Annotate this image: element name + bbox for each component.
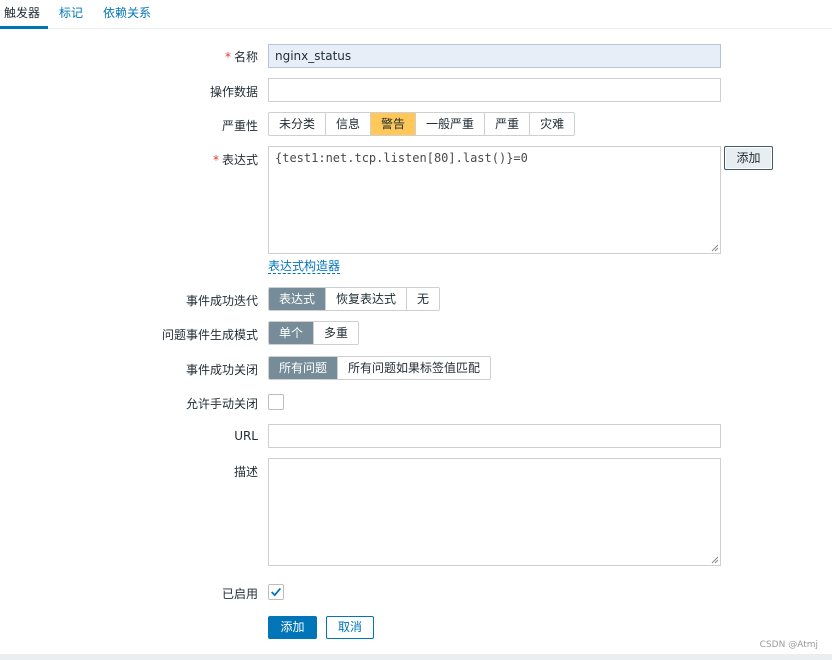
ok-event-generation-label: 事件成功迭代 [185,294,258,308]
ok-event-expression[interactable]: 表达式 [269,288,327,310]
add-button[interactable]: 添加 [268,616,317,639]
severity-selector: 未分类 信息 警告 一般严重 严重 灾难 [268,112,576,136]
tab-trigger[interactable]: 触发器 [4,0,40,29]
name-label: * 名称 [224,50,258,64]
resize-handle-icon[interactable] [710,555,719,564]
problem-mode-multiple[interactable]: 多重 [314,322,359,344]
active-tab-indicator [0,26,48,29]
name-input[interactable] [268,44,721,68]
opdata-label: 操作数据 [209,85,258,99]
expression-text: {test1:net.tcp.listen[80].last()}=0 [275,151,528,165]
expression-label: * 表达式 [212,153,258,167]
footer-bar [0,654,832,660]
url-input[interactable] [268,424,721,448]
severity-information[interactable]: 信息 [326,113,372,135]
expression-constructor-link[interactable]: 表达式构造器 [268,259,341,274]
add-expression-button[interactable]: 添加 [724,146,773,170]
problem-mode-label: 问题事件生成模式 [161,328,258,342]
required-marker: * [224,50,231,64]
tab-tags[interactable]: 标记 [59,0,83,29]
severity-disaster[interactable]: 灾难 [530,113,575,135]
cancel-button[interactable]: 取消 [326,616,374,639]
tab-bar: 触发器 标记 依赖关系 [0,0,832,29]
ok-event-recovery-expression[interactable]: 恢复表达式 [326,288,408,310]
severity-not-classified[interactable]: 未分类 [269,113,327,135]
manual-close-label: 允许手动关闭 [185,397,258,411]
ok-close-selector: 所有问题 所有问题如果标签值匹配 [268,356,492,380]
ok-close-all-problems[interactable]: 所有问题 [269,357,339,379]
ok-event-generation-selector: 表达式 恢复表达式 无 [268,287,441,311]
ok-close-label: 事件成功关闭 [185,363,258,377]
watermark: CSDN @Atmj [759,640,818,650]
required-marker: * [212,153,219,167]
problem-mode-single[interactable]: 单个 [269,322,315,344]
resize-handle-icon[interactable] [710,243,719,252]
severity-label: 严重性 [221,119,258,133]
ok-event-none[interactable]: 无 [407,288,440,310]
enabled-checkbox[interactable] [268,584,284,600]
url-label: URL [234,429,258,443]
description-label: 描述 [233,465,258,479]
severity-warning[interactable]: 警告 [371,113,417,135]
ok-close-tag-match[interactable]: 所有问题如果标签值匹配 [338,357,491,379]
severity-high[interactable]: 严重 [485,113,531,135]
description-textarea[interactable] [268,458,721,566]
checkmark-icon [271,587,282,597]
manual-close-checkbox[interactable] [268,394,284,410]
severity-average[interactable]: 一般严重 [416,113,486,135]
opdata-input[interactable] [268,78,721,102]
enabled-label: 已启用 [221,587,258,601]
tab-dependencies[interactable]: 依赖关系 [103,0,151,29]
problem-mode-selector: 单个 多重 [268,321,360,345]
expression-textarea[interactable]: {test1:net.tcp.listen[80].last()}=0 [268,146,721,254]
